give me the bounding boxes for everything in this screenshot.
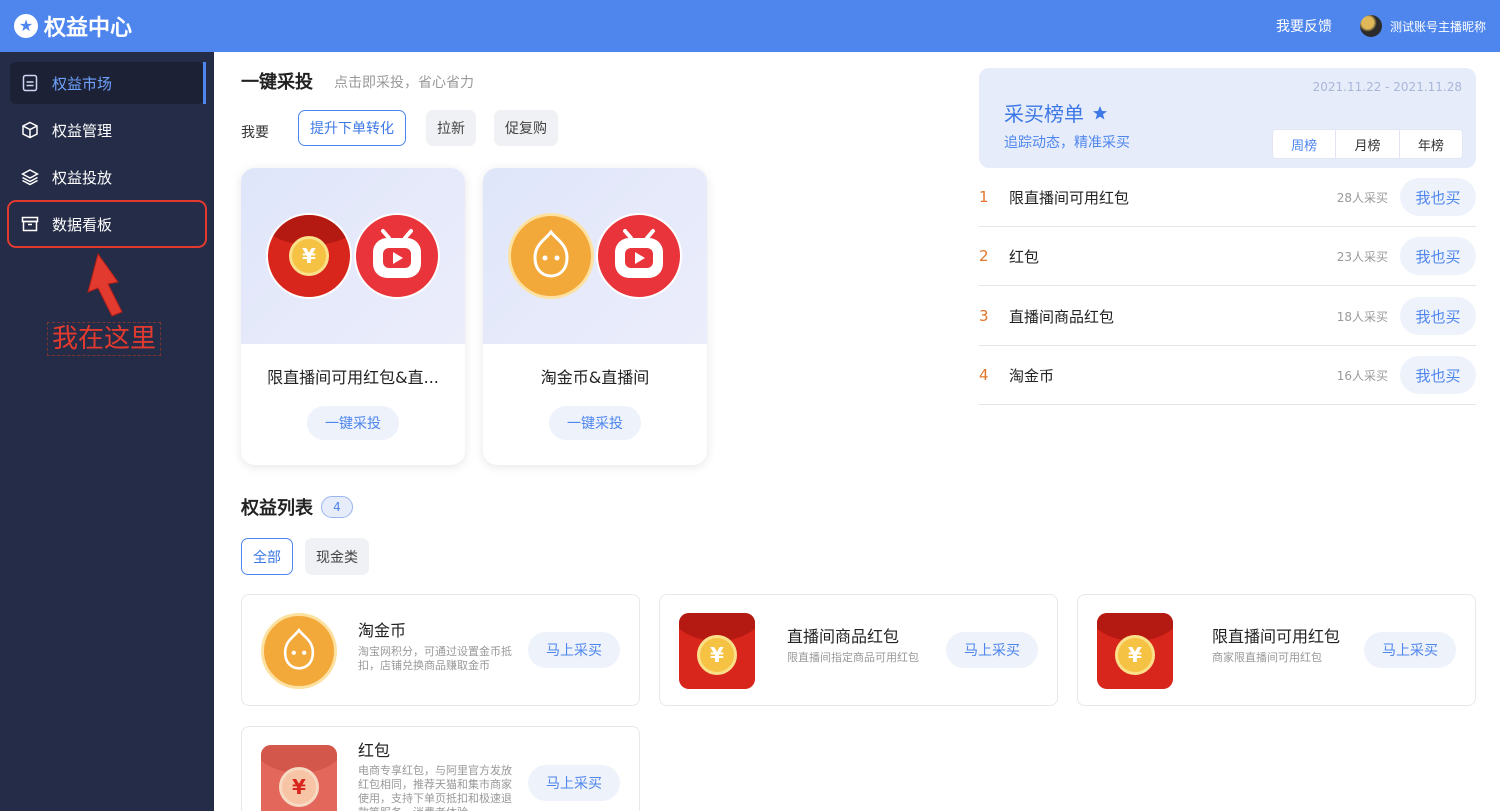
avatar [1359,15,1382,37]
benefit-name: 红包 [358,741,391,760]
star-icon [1093,105,1107,119]
sidebar-item-dashboard[interactable]: 数据看板 [7,200,207,248]
list-title: 权益列表 4 [241,494,353,520]
tab-yearly[interactable]: 年榜 [1398,130,1462,158]
filter-cash[interactable]: 现金类 [305,538,369,575]
chip-conversion[interactable]: 提升下单转化 [298,110,406,146]
rank-count: 23人采买 [1336,249,1388,264]
ranking-panel: 2021.11.22 - 2021.11.28 采买榜单 追踪动态，精准采买 周… [979,68,1476,168]
ranking-title: 采买榜单 [1004,98,1108,127]
document-icon [20,73,40,93]
sidebar-item-label: 数据看板 [52,215,113,234]
ranking-row: 1 限直播间可用红包 28人采买 我也买 [979,168,1476,227]
rank-name: 红包 [1009,247,1040,266]
benefit-desc: 限直播间指定商品可用红包 [787,651,919,664]
ranking-title-text: 采买榜单 [1004,102,1084,126]
card-name: 限直播间可用红包&直... [267,368,439,387]
quick-title: 一键采投 [241,72,313,93]
rank-number: 1 [979,188,989,206]
tab-weekly[interactable]: 周榜 [1273,130,1335,158]
chip-repurchase[interactable]: 促复购 [494,110,558,146]
quick-card: ¥ 限直播间可用红包&直... 一键采投 [241,168,465,465]
buy-now-button[interactable]: 马上采买 [528,765,620,801]
rank-name: 淘金币 [1009,366,1055,385]
layers-icon [20,167,40,187]
benefit-desc: 淘宝网积分，可通过设置金币抵扣，店铺兑换商品赚取金币 [358,645,512,672]
archive-icon [20,214,40,234]
chip-acquire[interactable]: 拉新 [426,110,476,146]
gold-coin-icon [261,613,337,689]
rank-number: 3 [979,307,989,325]
rank-number: 2 [979,247,989,265]
filter-all[interactable]: 全部 [241,538,293,575]
sidebar: 权益市场 权益管理 权益投放 数据看板 我在这里 [0,52,214,811]
sidebar-item-label: 权益管理 [52,121,113,140]
app-title: 权益中心 [44,16,133,41]
list-title-text: 权益列表 [241,498,313,519]
quick-invest-button[interactable]: 一键采投 [307,406,399,440]
sidebar-item-label: 权益市场 [52,74,113,93]
username: 测试账号主播昵称 [1389,19,1486,34]
rank-number: 4 [979,366,989,384]
red-packet-icon: ¥ [1097,613,1173,689]
feedback-link[interactable]: 我要反馈 [1276,16,1332,36]
buy-too-button[interactable]: 我也买 [1400,356,1476,394]
want-label: 我要 [241,125,269,141]
benefit-card: ¥ 直播间商品红包 限直播间指定商品可用红包 马上采买 [659,594,1058,706]
benefit-name: 淘金币 [358,621,407,640]
card-banner: ¥ [241,168,465,344]
annotation-label: 我在这里 [47,322,162,356]
card-name: 淘金币&直播间 [540,368,650,387]
user-menu[interactable]: 测试账号主播昵称 [1359,15,1486,37]
tab-monthly[interactable]: 月榜 [1335,130,1398,158]
sidebar-item-manage[interactable]: 权益管理 [10,109,204,151]
box-icon [20,120,40,140]
benefit-card: 淘金币 淘宝网积分，可通过设置金币抵扣，店铺兑换商品赚取金币 马上采买 [241,594,640,706]
live-tv-icon [596,213,682,299]
rank-count: 16人采买 [1336,368,1388,383]
sidebar-item-label: 权益投放 [52,168,113,187]
rank-name: 限直播间可用红包 [1009,188,1130,207]
date-range: 2021.11.22 - 2021.11.28 [1312,80,1462,94]
brand[interactable]: ★ 权益中心 [14,10,132,42]
count-badge: 4 [321,496,353,518]
red-packet-icon: ¥ [679,613,755,689]
benefit-desc: 电商专享红包，与阿里官方发放红包相同，推荐天猫和集市商家使用，支持下单页抵扣和极… [358,764,512,811]
live-tv-icon [354,213,440,299]
red-envelope-icon: ¥ [261,745,337,811]
ranking-subtitle: 追踪动态，精准采买 [1004,135,1130,151]
buy-too-button[interactable]: 我也买 [1400,237,1476,275]
buy-now-button[interactable]: 马上采买 [528,632,620,668]
rank-count: 18人采买 [1336,309,1388,324]
rank-name: 直播间商品红包 [1009,307,1115,326]
sidebar-item-market[interactable]: 权益市场 [10,62,206,104]
benefit-name: 限直播间可用红包 [1212,627,1341,646]
card-banner [483,168,707,344]
top-bar: ★ 权益中心 我要反馈 测试账号主播昵称 [0,0,1500,52]
gold-coin-icon [508,213,594,299]
quick-invest-button[interactable]: 一键采投 [549,406,641,440]
arrow-up-icon [87,252,123,317]
main-content: 一键采投 点击即采投，省心省力 我要 提升下单转化 拉新 促复购 ¥ 限直播间可… [214,52,1500,811]
red-packet-icon: ¥ [266,213,352,299]
buy-now-button[interactable]: 马上采买 [946,632,1038,668]
quick-subtitle: 点击即采投，省心省力 [334,75,474,91]
rank-count: 28人采买 [1336,190,1388,205]
ranking-tabs: 周榜 月榜 年榜 [1272,129,1463,159]
benefit-card: ¥ 红包 电商专享红包，与阿里官方发放红包相同，推荐天猫和集市商家使用，支持下单… [241,726,640,811]
star-logo-icon: ★ [14,14,38,38]
sidebar-item-deliver[interactable]: 权益投放 [10,156,204,198]
buy-too-button[interactable]: 我也买 [1400,297,1476,335]
buy-too-button[interactable]: 我也买 [1400,178,1476,216]
ranking-row: 3 直播间商品红包 18人采买 我也买 [979,287,1476,346]
benefit-desc: 商家限直播间可用红包 [1212,651,1322,664]
buy-now-button[interactable]: 马上采买 [1364,632,1456,668]
benefit-card: ¥ 限直播间可用红包 商家限直播间可用红包 马上采买 [1077,594,1476,706]
quick-card: 淘金币&直播间 一键采投 [483,168,707,465]
ranking-row: 4 淘金币 16人采买 我也买 [979,346,1476,405]
benefit-name: 直播间商品红包 [787,627,900,646]
ranking-row: 2 红包 23人采买 我也买 [979,227,1476,286]
